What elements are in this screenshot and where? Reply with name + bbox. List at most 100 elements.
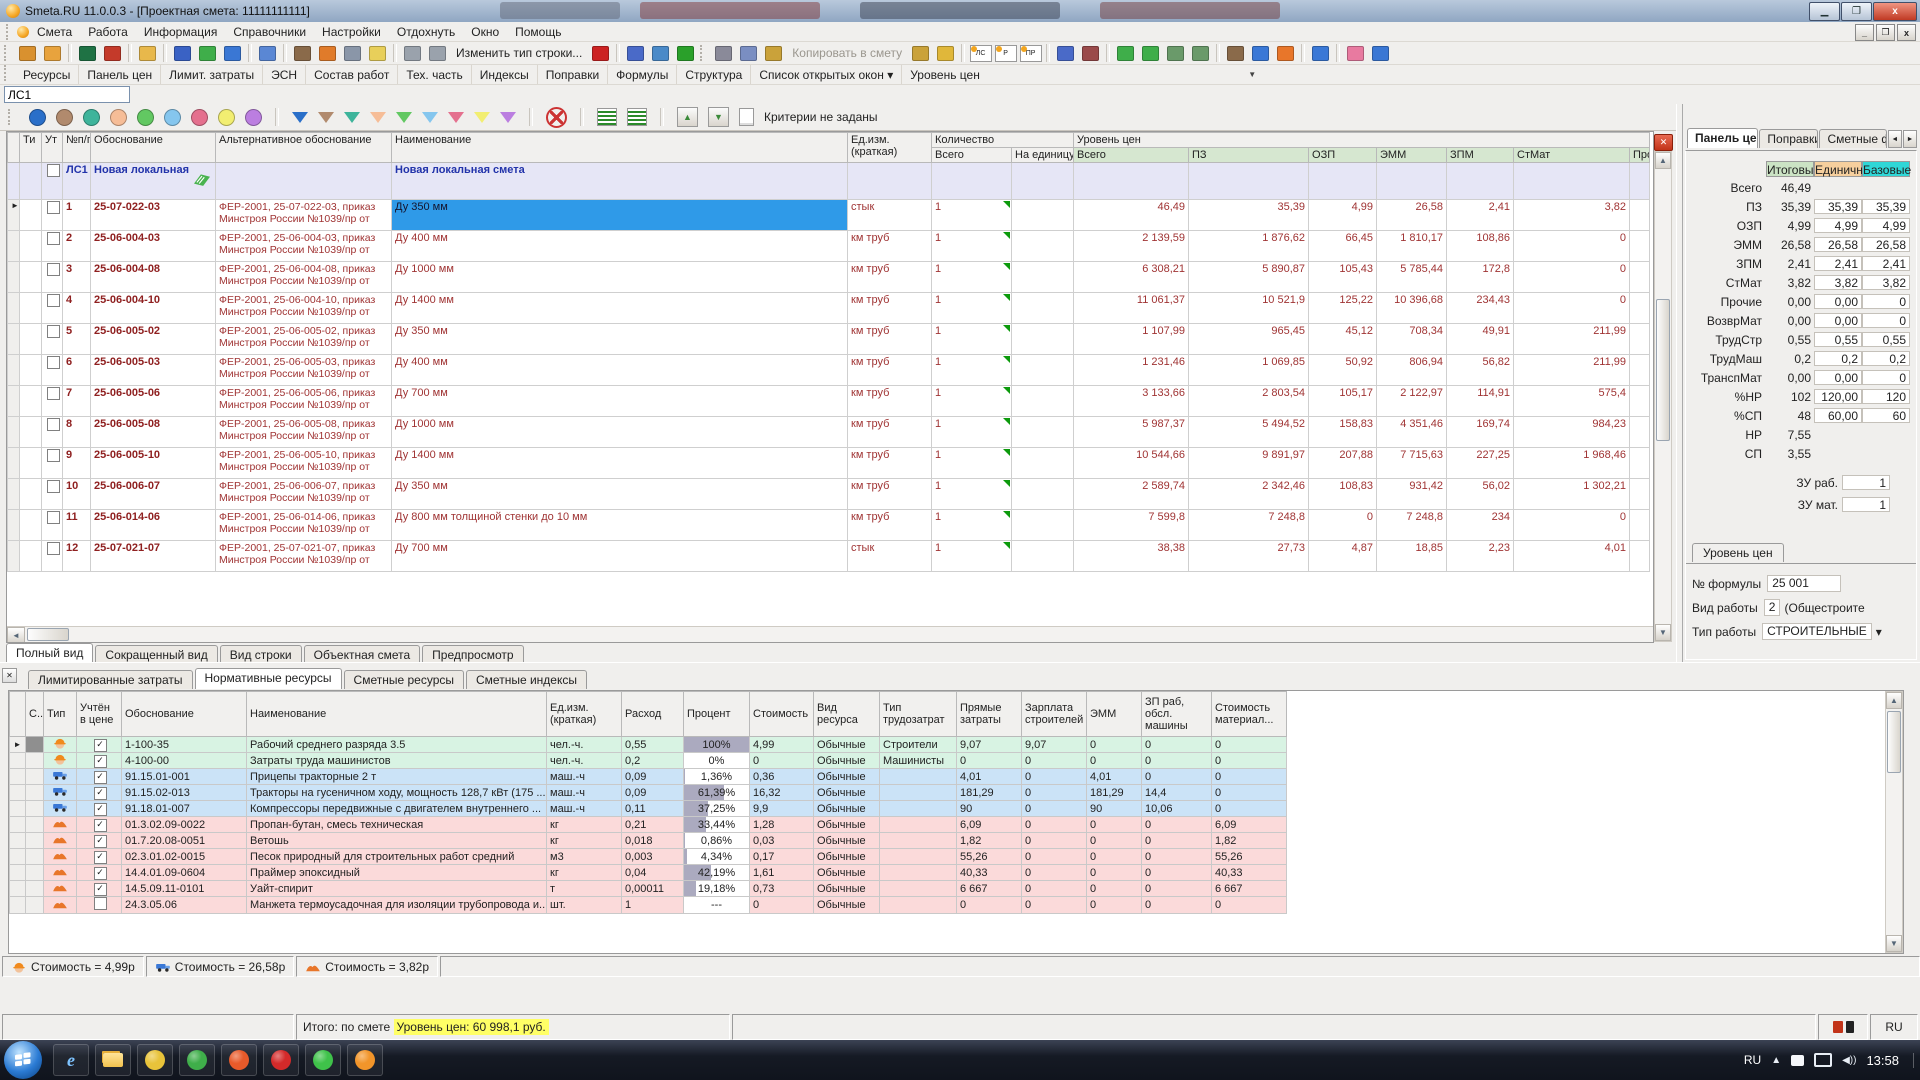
- grid-cell[interactable]: 5 494,52: [1189, 417, 1309, 448]
- grid-cell[interactable]: 0: [1022, 817, 1087, 833]
- resources-tab[interactable]: Лимитированные затраты: [28, 670, 193, 689]
- price-base-value[interactable]: 4,99: [1862, 218, 1910, 233]
- grid-cell[interactable]: [880, 769, 957, 785]
- grid-cell[interactable]: 0,09: [622, 769, 684, 785]
- grid-cell[interactable]: 0: [1142, 881, 1212, 897]
- app-red-icon[interactable]: [263, 1044, 299, 1076]
- row-checkbox[interactable]: [47, 542, 60, 555]
- grid-cell[interactable]: 0: [1087, 737, 1142, 753]
- grid-cell[interactable]: [42, 163, 63, 200]
- grid-cell[interactable]: 38,38: [1074, 541, 1189, 572]
- grid-cell[interactable]: 5 785,44: [1377, 262, 1447, 293]
- color-filter-icon[interactable]: [218, 109, 235, 126]
- row-checkbox[interactable]: [47, 480, 60, 493]
- grid-cell[interactable]: [20, 541, 42, 572]
- grid-cell[interactable]: [880, 785, 957, 801]
- grid-cell[interactable]: [42, 200, 63, 231]
- grid-cell[interactable]: 0: [1212, 897, 1287, 914]
- grid-cell[interactable]: [1447, 163, 1514, 200]
- grid-cell[interactable]: 25-07-022-03: [91, 200, 216, 231]
- grid-cell[interactable]: 0: [1022, 881, 1087, 897]
- grid-cell[interactable]: 9,9: [750, 801, 814, 817]
- estimate-row[interactable]: ►125-07-022-03ФЕР-2001, 25-07-022-03, пр…: [8, 200, 1650, 231]
- grid-cell[interactable]: Пропан-бутан, смесь техническая: [247, 817, 547, 833]
- grid-cell[interactable]: [1012, 262, 1074, 293]
- grid-cell[interactable]: 2: [63, 231, 91, 262]
- estimate-group-row[interactable]: ЛС1Новая локальнаяНовая локальная смета: [8, 163, 1650, 200]
- grid-cell[interactable]: 0: [1142, 849, 1212, 865]
- grid-cell[interactable]: 181,29: [1087, 785, 1142, 801]
- grid-cell[interactable]: 25-06-004-08: [91, 262, 216, 293]
- tray-clock[interactable]: 13:58: [1866, 1053, 1914, 1068]
- scroll-left-icon[interactable]: ◄: [7, 627, 25, 643]
- grid-cell[interactable]: 4,01: [1514, 541, 1630, 572]
- price-unit-value[interactable]: 4,99: [1814, 218, 1862, 233]
- grid-cell[interactable]: 0: [1514, 293, 1630, 324]
- grid-cell[interactable]: 25-06-014-06: [91, 510, 216, 541]
- panel-button[interactable]: Лимит. затраты: [161, 65, 263, 84]
- grid-cell[interactable]: Ду 400 мм: [392, 355, 848, 386]
- scrollbar-thumb[interactable]: [27, 628, 69, 641]
- building-icon[interactable]: [425, 42, 450, 65]
- grid-cell[interactable]: 9: [63, 448, 91, 479]
- estimate-row[interactable]: 1025-06-006-07ФЕР-2001, 25-06-006-07, пр…: [8, 479, 1650, 510]
- grid-cell[interactable]: 45,12: [1309, 324, 1377, 355]
- grid-cell[interactable]: Обычные: [814, 833, 880, 849]
- grid-cell[interactable]: [1630, 163, 1650, 200]
- resource-row[interactable]: ✓01.7.20.08-0051Ветошькг0,0180,86%0,03Об…: [10, 833, 1287, 849]
- grid-cell[interactable]: 2,23: [1447, 541, 1514, 572]
- percent-cell[interactable]: 1,36%: [684, 769, 750, 785]
- included-checkbox[interactable]: ✓: [94, 867, 107, 880]
- delete-red-icon[interactable]: [588, 42, 613, 65]
- grid-cell[interactable]: 4,01: [1087, 769, 1142, 785]
- grid-cell[interactable]: Уайт-спирит: [247, 881, 547, 897]
- indent-1-icon[interactable]: [1113, 42, 1138, 65]
- row-checkbox[interactable]: [47, 294, 60, 307]
- grid-cell[interactable]: 1-100-35: [122, 737, 247, 753]
- app-orange-icon[interactable]: [347, 1044, 383, 1076]
- grid-cell[interactable]: 1: [932, 355, 1012, 386]
- grid-cell[interactable]: Праймер эпоксидный: [247, 865, 547, 881]
- grid-cell[interactable]: ЛС1: [63, 163, 91, 200]
- grid-cell[interactable]: ФЕР-2001, 25-06-005-06, приказ Минстроя …: [216, 386, 392, 417]
- tree-plus-icon[interactable]: [40, 42, 65, 65]
- panel-button[interactable]: ЭСН: [263, 65, 306, 84]
- grid-cell[interactable]: 0,11: [622, 801, 684, 817]
- grid-cell[interactable]: км труб: [848, 510, 932, 541]
- grid-cell[interactable]: 1: [932, 293, 1012, 324]
- grid-cell[interactable]: 49,91: [1447, 324, 1514, 355]
- grid-cell[interactable]: т: [547, 881, 622, 897]
- dropdown-arrow-icon[interactable]: ▾: [1876, 625, 1882, 639]
- grid-cell[interactable]: 0,09: [622, 785, 684, 801]
- price-unit-value[interactable]: 2,41: [1814, 256, 1862, 271]
- estimate-row[interactable]: 525-06-005-02ФЕР-2001, 25-06-005-02, при…: [8, 324, 1650, 355]
- grid-cell[interactable]: 0,00011: [622, 881, 684, 897]
- grid-cell[interactable]: ФЕР-2001, 25-06-004-08, приказ Минстроя …: [216, 262, 392, 293]
- grid-cell[interactable]: 8: [63, 417, 91, 448]
- materials-new-icon[interactable]: [315, 42, 340, 65]
- grid-cell[interactable]: [8, 448, 20, 479]
- grid-cell[interactable]: [1630, 262, 1650, 293]
- grid-cell[interactable]: 965,45: [1189, 324, 1309, 355]
- grid-cell[interactable]: ФЕР-2001, 25-06-004-03, приказ Минстроя …: [216, 231, 392, 262]
- move-up-button[interactable]: ▲: [677, 107, 698, 127]
- grid-cell[interactable]: [20, 479, 42, 510]
- cut-icon[interactable]: [711, 42, 736, 65]
- price-base-value[interactable]: 0,55: [1862, 332, 1910, 347]
- grid-cell[interactable]: 9 891,97: [1189, 448, 1309, 479]
- grid-cell[interactable]: [1189, 163, 1309, 200]
- grid-cell[interactable]: 1,82: [957, 833, 1022, 849]
- grid-cell[interactable]: [1012, 510, 1074, 541]
- included-checkbox[interactable]: ✓: [94, 755, 107, 768]
- grid-cell[interactable]: маш.-ч: [547, 801, 622, 817]
- grid-cell[interactable]: ►: [8, 200, 20, 231]
- grid-cell[interactable]: 181,29: [957, 785, 1022, 801]
- grid-cell[interactable]: Ду 400 мм: [392, 231, 848, 262]
- grid-cell[interactable]: 575,4: [1514, 386, 1630, 417]
- row-checkbox[interactable]: [47, 325, 60, 338]
- grid-cell[interactable]: [1377, 163, 1447, 200]
- grid-cell[interactable]: 207,88: [1309, 448, 1377, 479]
- indent-3-icon[interactable]: [1163, 42, 1188, 65]
- grid-cell[interactable]: стык: [848, 541, 932, 572]
- grid-cell[interactable]: кг: [547, 833, 622, 849]
